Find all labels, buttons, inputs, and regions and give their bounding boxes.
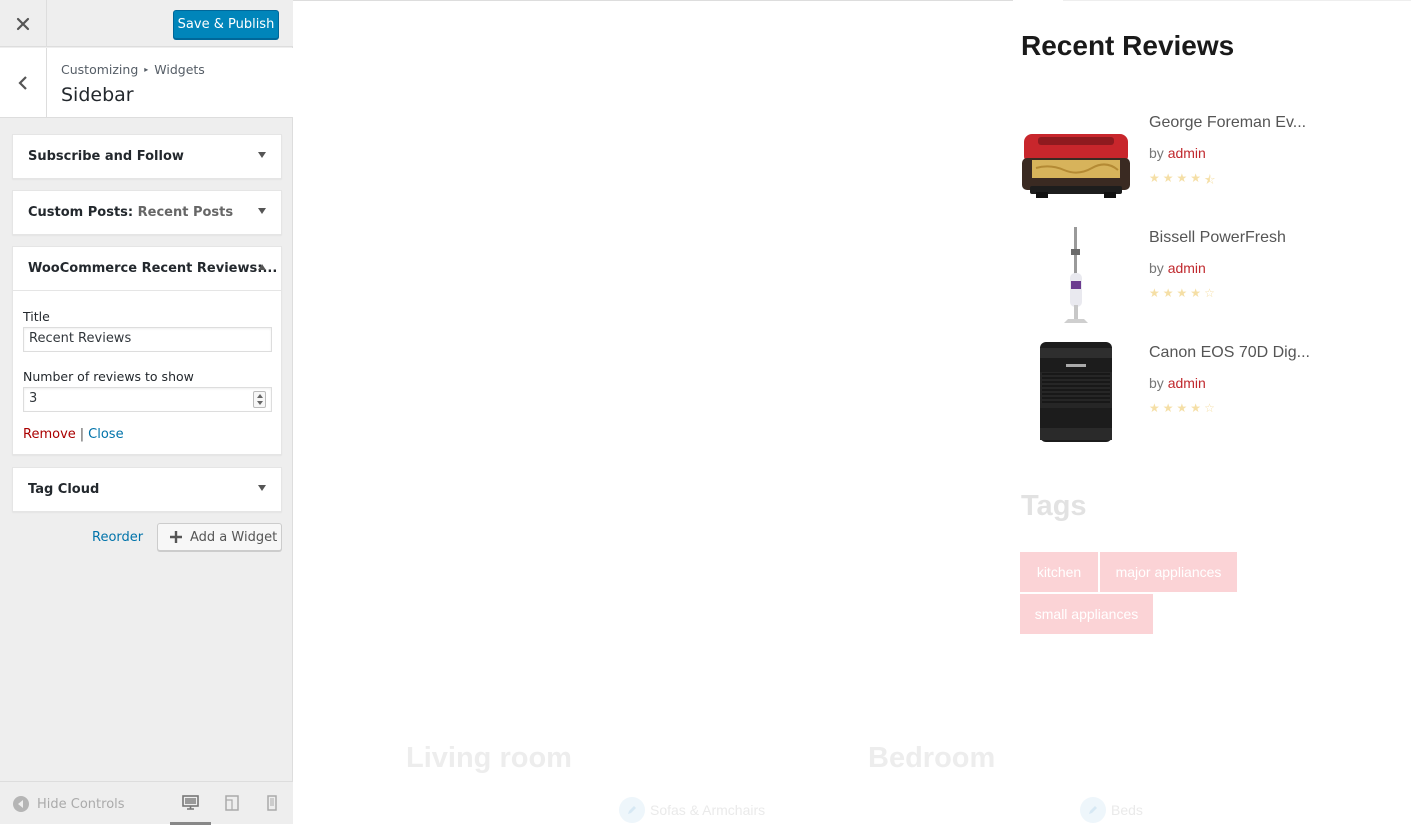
star-empty-icon: ☆ (1204, 286, 1215, 300)
add-widget-button[interactable]: Add a Widget (157, 523, 282, 551)
product-thumbnail-steam-mop[interactable] (1020, 227, 1132, 331)
expand-arrow-icon[interactable] (258, 152, 266, 158)
star-full-icon: ★ (1162, 286, 1174, 300)
recent-reviews-title: Recent Reviews (1021, 30, 1235, 61)
author-link[interactable]: admin (1168, 260, 1206, 276)
star-full-icon: ★ (1190, 286, 1202, 300)
review-byline: by admin (1149, 260, 1206, 276)
add-widget-label: Add a Widget (190, 529, 278, 545)
star-half-icon: ⯪ (1204, 173, 1216, 187)
pencil-icon (619, 797, 645, 823)
close-icon (16, 17, 30, 30)
remove-link[interactable]: Remove (23, 427, 76, 442)
count-field-label: Number of reviews to show (23, 369, 194, 384)
expand-arrow-icon[interactable] (258, 485, 266, 491)
category-link-sofas[interactable]: Sofas & Armchairs (619, 797, 765, 823)
title-input[interactable]: Recent Reviews (23, 327, 272, 352)
review-item: George Foreman Ev... by admin ★ ★ ★ ★ ⯪ (1020, 112, 1340, 222)
product-thumbnail-camera-lens[interactable] (1020, 342, 1132, 446)
star-full-icon: ★ (1149, 286, 1160, 300)
tag-major-appliances[interactable]: major appliances (1100, 552, 1237, 592)
widget-title: Subscribe and Follow (28, 149, 184, 164)
plus-icon (170, 531, 182, 543)
widget-header[interactable]: WooCommerce Recent Reviews:... (13, 247, 281, 290)
review-byline: by admin (1149, 145, 1206, 161)
chevron-left-icon (18, 76, 27, 90)
star-full-icon: ★ (1162, 171, 1174, 185)
star-rating: ★ ★ ★ ★ ☆ (1149, 401, 1215, 415)
section-title: Sidebar (61, 84, 134, 106)
customizer-header: Save & Publish (0, 0, 293, 47)
customizer-controls: Save & Publish Customizing ▸ Widgets Sid… (0, 0, 293, 825)
star-rating: ★ ★ ★ ★ ☆ (1149, 286, 1215, 300)
breadcrumb-separator-icon: ▸ (144, 65, 149, 74)
product-thumbnail-grill[interactable] (1020, 112, 1132, 216)
star-full-icon: ★ (1190, 401, 1202, 415)
close-customizer-button[interactable] (0, 0, 47, 47)
tag-kitchen[interactable]: kitchen (1020, 552, 1098, 592)
star-full-icon: ★ (1176, 171, 1188, 185)
widget-custom-posts: Custom Posts: Recent Posts (12, 190, 282, 235)
star-full-icon: ★ (1176, 286, 1188, 300)
widget-header[interactable]: Custom Posts: Recent Posts (13, 191, 281, 234)
hide-controls-button[interactable]: Hide Controls (13, 796, 125, 812)
widget-header[interactable]: Tag Cloud (13, 468, 281, 511)
mobile-preview-icon[interactable] (267, 795, 277, 811)
category-link-beds[interactable]: Beds (1080, 797, 1143, 823)
pencil-icon (1080, 797, 1106, 823)
widget-woocommerce-recent-reviews: WooCommerce Recent Reviews:... Title Rec… (12, 246, 282, 455)
breadcrumb-customizing: Customizing (61, 62, 139, 77)
review-item: Canon EOS 70D Dig... by admin ★ ★ ★ ★ ☆ (1020, 342, 1340, 452)
tag-small-appliances[interactable]: small appliances (1020, 594, 1153, 634)
collapse-left-icon (13, 796, 29, 812)
star-full-icon: ★ (1176, 401, 1188, 415)
site-preview: Recent Reviews George Foreman Ev... by a… (293, 0, 1411, 824)
star-full-icon: ★ (1149, 171, 1160, 185)
author-link[interactable]: admin (1168, 145, 1206, 161)
divider (293, 0, 1013, 1)
review-byline: by admin (1149, 375, 1206, 391)
star-full-icon: ★ (1190, 171, 1202, 185)
count-number-input[interactable]: 3 (23, 387, 272, 412)
category-title-bedroom: Bedroom (868, 742, 996, 774)
star-rating: ★ ★ ★ ★ ⯪ (1149, 171, 1215, 192)
widget-title: WooCommerce Recent Reviews:... (28, 261, 278, 276)
product-name[interactable]: George Foreman Ev... (1149, 114, 1306, 132)
save-publish-button[interactable]: Save & Publish (173, 10, 279, 39)
star-full-icon: ★ (1162, 401, 1174, 415)
number-spinner-icon[interactable] (253, 391, 266, 408)
customizer-footer: Hide Controls (0, 781, 293, 825)
author-link[interactable]: admin (1168, 375, 1206, 391)
separator: | (79, 427, 85, 442)
tags-title: Tags (1021, 490, 1087, 522)
hide-controls-label: Hide Controls (37, 796, 125, 812)
divider (1063, 0, 1411, 1)
widget-header[interactable]: Subscribe and Follow (13, 135, 281, 178)
title-field-label: Title (23, 309, 50, 324)
collapse-arrow-icon[interactable] (258, 264, 266, 270)
widget-actions: Remove | Close (23, 427, 124, 442)
product-name[interactable]: Bissell PowerFresh (1149, 229, 1286, 247)
tablet-preview-icon[interactable] (225, 795, 239, 811)
breadcrumb-widgets: Widgets (154, 62, 205, 77)
widget-tag-cloud: Tag Cloud (12, 467, 282, 512)
breadcrumb: Customizing ▸ Widgets (61, 62, 205, 77)
star-full-icon: ★ (1149, 401, 1160, 415)
widget-title: Custom Posts: Recent Posts (28, 205, 234, 220)
star-empty-icon: ☆ (1204, 401, 1215, 415)
widget-form: Title Recent Reviews Number of reviews t… (13, 290, 281, 454)
product-name[interactable]: Canon EOS 70D Dig... (1149, 344, 1310, 362)
category-title-living-room: Living room (406, 742, 572, 774)
widget-title: Tag Cloud (28, 482, 100, 497)
back-button[interactable] (0, 48, 47, 118)
close-link[interactable]: Close (88, 427, 123, 442)
review-item: Bissell PowerFresh by admin ★ ★ ★ ★ ☆ (1020, 227, 1340, 337)
widget-subscribe-and-follow: Subscribe and Follow (12, 134, 282, 179)
reorder-link[interactable]: Reorder (92, 530, 143, 545)
widget-instance-title: Recent Posts (137, 205, 234, 220)
section-header: Customizing ▸ Widgets Sidebar (0, 48, 293, 118)
expand-arrow-icon[interactable] (258, 208, 266, 214)
desktop-preview-icon[interactable] (182, 795, 199, 810)
